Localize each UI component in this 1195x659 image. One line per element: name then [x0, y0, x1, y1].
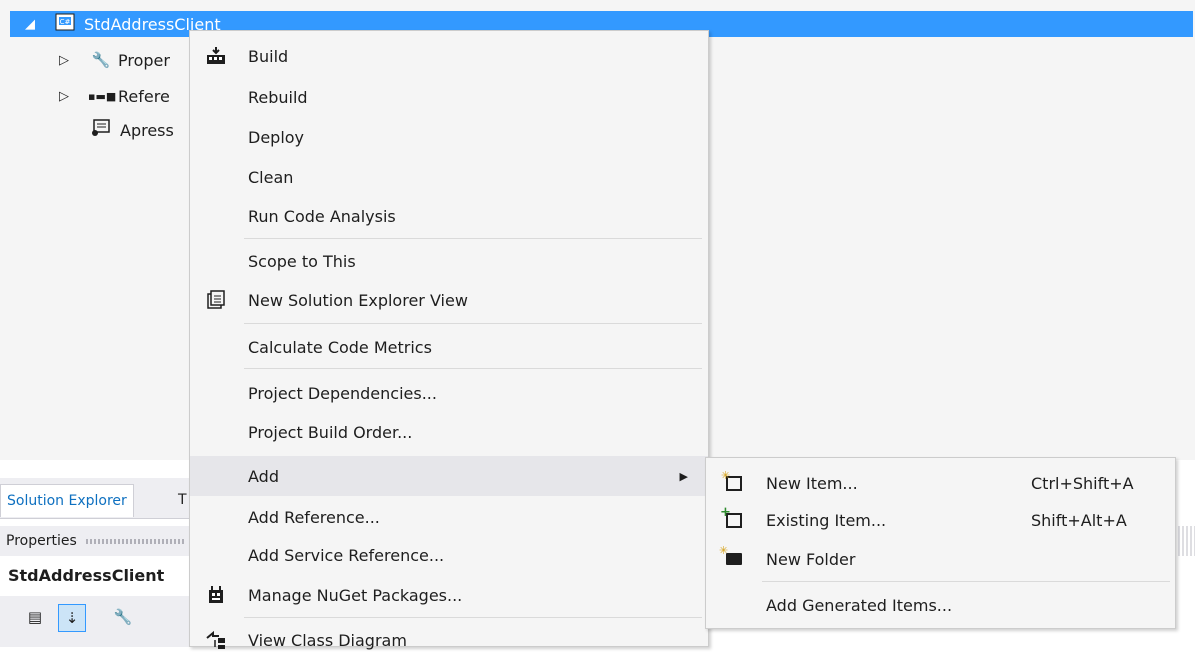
- menu-separator: [244, 617, 702, 618]
- tree-item-label: Proper: [118, 50, 170, 70]
- tree-item-config[interactable]: Apress: [88, 112, 174, 148]
- menu-separator: [244, 238, 702, 239]
- menu-item-project-dependencies[interactable]: Project Dependencies...: [190, 374, 708, 412]
- menu-item-calculate-code-metrics[interactable]: Calculate Code Metrics: [190, 328, 708, 366]
- bottom-tabstrip: Solution Explorer T: [0, 478, 190, 519]
- menu-item-label: Rebuild: [248, 87, 308, 107]
- references-icon: ▪▬■: [88, 89, 117, 103]
- tree-item-label: Refere: [118, 86, 170, 106]
- add-submenu: ✳ New Item... Ctrl+Shift+A + Existing It…: [705, 457, 1176, 629]
- menu-item-label: Clean: [248, 167, 294, 187]
- tree-item-references[interactable]: ▷ ▪▬■ Refere: [56, 78, 170, 114]
- properties-title-bar: Properties: [0, 526, 190, 556]
- csharp-project-icon: C#: [52, 13, 78, 35]
- menu-item-project-build-order[interactable]: Project Build Order...: [190, 413, 708, 451]
- menu-item-clean[interactable]: Clean: [190, 158, 708, 196]
- menu-item-label: Build: [248, 46, 289, 66]
- submenu-item-add-generated-items[interactable]: Add Generated Items...: [706, 586, 1175, 624]
- menu-item-manage-nuget-packages[interactable]: Manage NuGet Packages...: [190, 576, 708, 614]
- menu-item-label: Add: [248, 466, 279, 486]
- config-file-icon: [88, 119, 114, 141]
- shortcut-label: Shift+Alt+A: [1031, 510, 1127, 530]
- menu-item-view-class-diagram[interactable]: View Class Diagram: [190, 621, 708, 659]
- menu-item-label: Project Build Order...: [248, 422, 413, 442]
- tab-team-explorer[interactable]: T: [178, 484, 187, 516]
- properties-title: Properties: [6, 533, 77, 549]
- submenu-item-label: New Item...: [766, 473, 858, 493]
- new-item-icon: ✳: [718, 467, 750, 499]
- new-folder-icon: ✳: [718, 543, 750, 575]
- properties-object-selector[interactable]: StdAddressClient: [0, 558, 190, 596]
- menu-separator: [244, 323, 702, 324]
- categorized-icon[interactable]: ▤: [22, 604, 48, 630]
- wrench-icon: 🔧: [91, 51, 111, 69]
- existing-item-icon: +: [718, 504, 750, 536]
- submenu-item-label: Add Generated Items...: [766, 595, 953, 615]
- menu-item-new-solution-explorer-view[interactable]: New Solution Explorer View: [190, 281, 708, 319]
- menu-item-add-reference[interactable]: Add Reference...: [190, 498, 708, 536]
- menu-separator: [244, 368, 702, 369]
- submenu-item-label: Existing Item...: [766, 510, 887, 530]
- submenu-item-label: New Folder: [766, 549, 856, 569]
- submenu-item-existing-item[interactable]: + Existing Item... Shift+Alt+A: [706, 501, 1175, 539]
- build-icon: [198, 38, 234, 74]
- menu-item-label: Run Code Analysis: [248, 206, 396, 226]
- menu-item-label: New Solution Explorer View: [248, 290, 468, 310]
- submenu-item-new-folder[interactable]: ✳ New Folder: [706, 540, 1175, 578]
- menu-item-label: Deploy: [248, 127, 305, 147]
- project-context-menu: Build Rebuild Deploy Clean Run Code Anal…: [189, 30, 709, 650]
- collapse-arrow-icon[interactable]: ◢: [22, 17, 38, 32]
- menu-item-run-code-analysis[interactable]: Run Code Analysis: [190, 197, 708, 235]
- submenu-item-new-item[interactable]: ✳ New Item... Ctrl+Shift+A: [706, 464, 1175, 502]
- alphabetical-sort-icon[interactable]: ⇣: [58, 604, 86, 632]
- property-pages-wrench-icon[interactable]: 🔧: [110, 604, 136, 630]
- properties-toolbar: ▤ ⇣ 🔧: [0, 596, 190, 647]
- nuget-icon: [198, 577, 234, 613]
- menu-item-label: Manage NuGet Packages...: [248, 585, 463, 605]
- menu-item-label: Calculate Code Metrics: [248, 337, 432, 357]
- tree-item-properties[interactable]: ▷ 🔧 Proper: [56, 42, 170, 78]
- tab-solution-explorer[interactable]: Solution Explorer: [0, 484, 134, 517]
- menu-item-label: Add Service Reference...: [248, 545, 445, 565]
- menu-item-label: Project Dependencies...: [248, 383, 437, 403]
- submenu-arrow-icon: ▶: [679, 469, 688, 483]
- menu-item-rebuild[interactable]: Rebuild: [190, 78, 708, 116]
- menu-item-add-service-reference[interactable]: Add Service Reference...: [190, 536, 708, 574]
- new-view-icon: [198, 282, 234, 318]
- class-diagram-icon: [198, 622, 234, 658]
- menu-item-deploy[interactable]: Deploy: [190, 118, 708, 156]
- menu-item-add[interactable]: Add ▶: [190, 456, 708, 496]
- menu-item-build[interactable]: Build: [190, 37, 708, 75]
- drag-grip[interactable]: [86, 539, 186, 544]
- tree-item-label: Apress: [120, 120, 174, 140]
- menu-item-label: Scope to This: [248, 251, 356, 271]
- expand-arrow-icon[interactable]: ▷: [56, 89, 72, 104]
- expand-arrow-icon[interactable]: ▷: [56, 53, 72, 68]
- submenu-separator: [762, 581, 1170, 582]
- svg-text:C#: C#: [60, 18, 71, 26]
- shortcut-label: Ctrl+Shift+A: [1031, 473, 1134, 493]
- menu-item-label: Add Reference...: [248, 507, 380, 527]
- menu-item-scope-to-this[interactable]: Scope to This: [190, 242, 708, 280]
